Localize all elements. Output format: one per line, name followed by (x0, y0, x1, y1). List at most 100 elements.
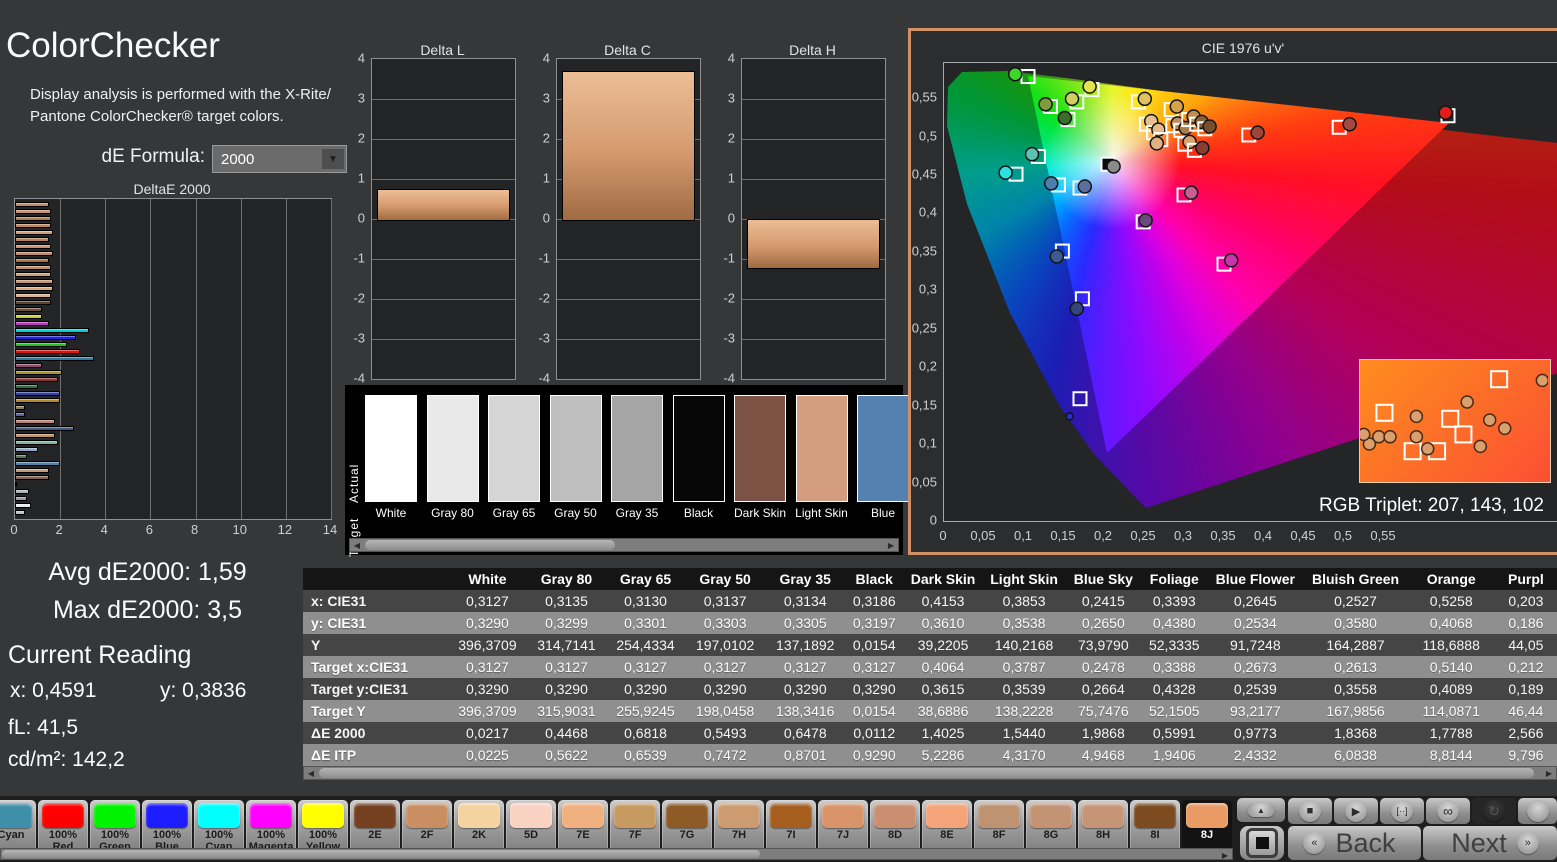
patch-button-8j[interactable]: 8J (1182, 800, 1232, 855)
measured-circle (1024, 146, 1040, 162)
deltae-bar (15, 209, 52, 214)
page-title: ColorChecker (6, 26, 220, 65)
deltae-bar (15, 258, 49, 263)
loop-button[interactable]: ↻ (1472, 798, 1516, 824)
table-scrollbar-handle[interactable] (319, 768, 1534, 778)
scroll-left-icon[interactable]: ◀ (351, 540, 363, 550)
collapse-button[interactable]: ▲ (1237, 798, 1285, 822)
patch-button-2f[interactable]: 2F (402, 800, 452, 855)
patch-button-7i[interactable]: 7I (766, 800, 816, 855)
deltae-bars (15, 202, 331, 517)
measured-circle (1182, 134, 1197, 150)
axis-tick-label: -3 (538, 330, 550, 346)
de-formula-dropdown[interactable]: 2000 ▼ (212, 145, 347, 173)
axis-tick-label: 6 (145, 522, 154, 537)
infinity-button[interactable]: ∞ (1426, 798, 1470, 824)
table-corner-cell (303, 568, 448, 590)
patch-button-100-red[interactable]: 100% Red (38, 800, 88, 855)
patch-button-100-yellow[interactable]: 100% Yellow (298, 800, 348, 855)
table-cell: 52,1505 (1141, 700, 1208, 722)
next-label: Next (1451, 827, 1507, 858)
inset-target-square (1454, 425, 1473, 444)
table-cell: 0,4380 (1141, 612, 1208, 634)
deltae-chart-title: DeltaE 2000 (133, 181, 211, 197)
play-button[interactable]: ▶ (1334, 798, 1378, 824)
table-cell: 0,2478 (1065, 656, 1142, 678)
patch-button-cyan[interactable]: Cyan (0, 800, 36, 855)
inset-measured-circle (1409, 409, 1424, 424)
patch-button-100-cyan[interactable]: 100% Cyan (194, 800, 244, 855)
axis-tick-label: 4 (727, 50, 735, 66)
swatch-scrollbar-handle[interactable] (365, 540, 615, 550)
scroll-right-icon[interactable]: ▶ (1543, 768, 1555, 778)
axis-tick-label: 0,4 (918, 204, 937, 220)
scroll-right-icon[interactable]: ▶ (1219, 850, 1231, 860)
blank-button[interactable] (1518, 798, 1557, 824)
measured-circle (1049, 249, 1065, 264)
deltae-bar (15, 223, 52, 228)
patch-button-8h[interactable]: 8H (1078, 800, 1128, 855)
deltae-bar (15, 335, 76, 340)
deltae-bar (15, 300, 52, 305)
patch-button-label: 2K (471, 829, 487, 841)
gridline (372, 259, 515, 260)
patch-button-label: 8G (1043, 829, 1059, 841)
table-cell: 0,7472 (685, 744, 766, 766)
patch-button-8f[interactable]: 8F (974, 800, 1024, 855)
toolbar-scrollbar-handle[interactable] (2, 850, 760, 858)
patch-button-100-green[interactable]: 100% Green (90, 800, 140, 855)
table-cell: 255,9245 (606, 700, 686, 722)
patch-button-100-magenta[interactable]: 100% Magenta (246, 800, 296, 855)
table-cell: 0,2650 (1065, 612, 1142, 634)
axis-tick-label: 1 (542, 170, 550, 186)
row-header: ΔE 2000 (303, 722, 448, 744)
range-button[interactable]: [··] (1380, 798, 1424, 824)
table-cell: 0,3127 (765, 656, 846, 678)
patch-button-7j[interactable]: 7J (818, 800, 868, 855)
deltae-bar (15, 412, 26, 417)
patch-button-8i[interactable]: 8I (1130, 800, 1180, 855)
delta-bar (562, 71, 695, 221)
axis-tick-label: -1 (538, 250, 550, 266)
table-scrollbar[interactable]: ◀ ▶ (303, 766, 1557, 780)
table-cell: 0,3134 (765, 590, 846, 612)
patch-button-label: 7E (576, 829, 590, 841)
measured-circle (1007, 66, 1023, 82)
delta-bar (377, 189, 510, 221)
table-cell: 140,2168 (982, 634, 1066, 656)
patch-button-2e[interactable]: 2E (350, 800, 400, 855)
patch-button-7g[interactable]: 7G (662, 800, 712, 855)
patch-button-8g[interactable]: 8G (1026, 800, 1076, 855)
scroll-right-icon[interactable]: ▶ (885, 540, 897, 550)
measured-circle (1169, 99, 1185, 114)
stop-button[interactable]: ■ (1288, 798, 1332, 824)
patch-button-5d[interactable]: 5D (506, 800, 556, 855)
back-chevrons-icon: « (1303, 832, 1326, 854)
table-cell: 91,7248 (1207, 634, 1304, 656)
toolbar-scrollbar[interactable]: ▶ (0, 848, 1233, 860)
patch-button-100-blue[interactable]: 100% Blue (142, 800, 192, 855)
table-cell: 0,2415 (1065, 590, 1142, 612)
patch-button-7h[interactable]: 7H (714, 800, 764, 855)
back-button[interactable]: « Back (1288, 826, 1421, 860)
chevron-down-icon[interactable]: ▼ (322, 149, 344, 169)
patch-button-7f[interactable]: 7F (610, 800, 660, 855)
swatch-strip-panel: Actual Target WhiteGray 80Gray 65Gray 50… (345, 385, 909, 557)
swatch-label: Black (683, 506, 714, 520)
table-cell: 0,3135 (526, 590, 606, 612)
patch-button-8d[interactable]: 8D (870, 800, 920, 855)
delta-chart-title: Delta L (420, 42, 465, 58)
pattern-window-button[interactable] (1240, 826, 1284, 860)
patch-button-8e[interactable]: 8E (922, 800, 972, 855)
target-square (1072, 391, 1088, 407)
patch-button-2k[interactable]: 2K (454, 800, 504, 855)
next-button[interactable]: Next » (1423, 826, 1557, 860)
table-row: Y 396,3709 314,7141 254,4334 197,0102 137,189… (303, 634, 1557, 656)
patch-color-chip (1082, 803, 1124, 828)
gridline (372, 339, 515, 340)
patch-button-7e[interactable]: 7E (558, 800, 608, 855)
axis-tick-label: 0,5 (1333, 528, 1353, 543)
scroll-left-icon[interactable]: ◀ (305, 768, 317, 778)
table-cell: 0,2664 (1065, 678, 1142, 700)
swatch-scrollbar[interactable]: ◀ ▶ (349, 538, 899, 552)
